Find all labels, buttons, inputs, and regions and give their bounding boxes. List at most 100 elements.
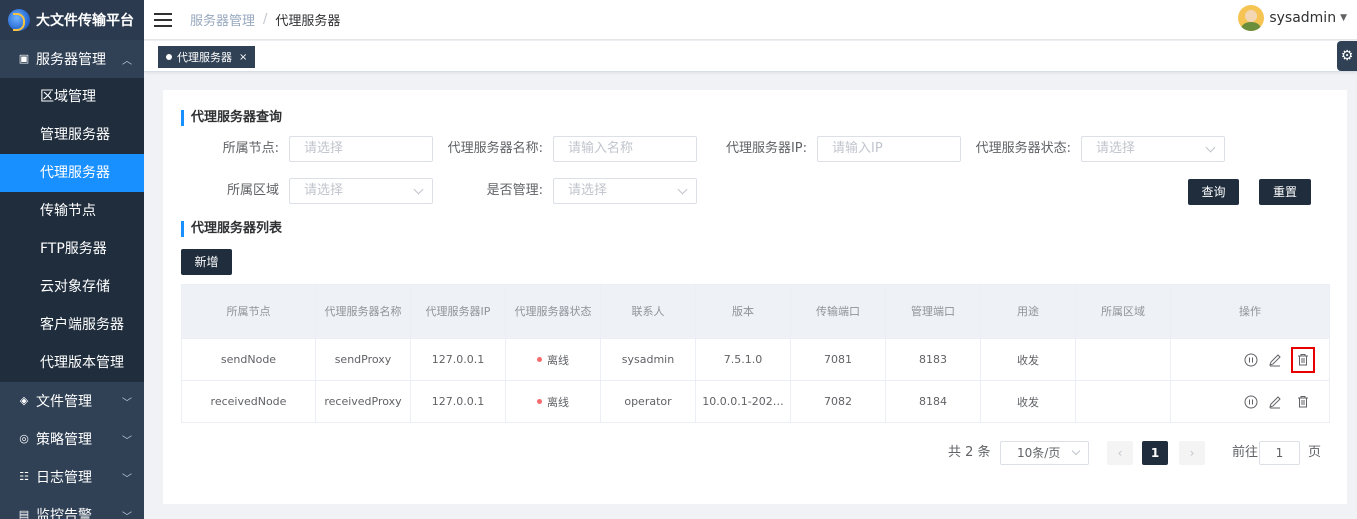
- sidebar-item-proxy-server[interactable]: 代理服务器: [0, 154, 144, 192]
- delete-button-highlighted[interactable]: [1291, 346, 1315, 373]
- sidebar-item-region[interactable]: 区域管理: [0, 78, 144, 116]
- chevron-down-icon: [677, 184, 688, 195]
- column-header: 管理端口: [885, 284, 981, 339]
- cell-version: 7.5.1.0: [695, 338, 791, 381]
- node-placeholder: 请选择: [304, 141, 344, 156]
- node-select[interactable]: 请选择: [289, 136, 433, 162]
- log-icon: ☷: [19, 470, 29, 483]
- sidebar-item-transfer-node[interactable]: 传输节点: [0, 192, 144, 230]
- chevron-down-icon: [413, 184, 424, 195]
- menu-group-strategy-management[interactable]: ◎ 策略管理 ﹀: [0, 420, 144, 458]
- delete-button[interactable]: [1291, 389, 1315, 415]
- page-size-select[interactable]: 10条/页: [1000, 441, 1089, 465]
- status-text: 离线: [547, 353, 569, 367]
- tags-view: 代理服务器 × ⚙: [144, 41, 1357, 72]
- pause-icon[interactable]: [1243, 394, 1259, 410]
- menu-group-label: 策略管理: [36, 432, 92, 448]
- prev-page-button[interactable]: ‹: [1107, 441, 1133, 465]
- menu-group-monitor-alert[interactable]: ▤ 监控告警 ﹀: [0, 496, 144, 519]
- region-placeholder: 请选择: [304, 183, 344, 198]
- menu-group-file-management[interactable]: ◈ 文件管理 ﹀: [0, 382, 144, 420]
- chevron-down-icon: ﹀: [122, 397, 132, 409]
- ip-placeholder: 请输入IP: [832, 141, 883, 156]
- sidebar-item-proxy-version[interactable]: 代理版本管理: [0, 344, 144, 382]
- cell-region: [1075, 338, 1171, 381]
- column-header: 代理服务器状态: [505, 284, 601, 339]
- tag-label: 代理服务器: [177, 51, 232, 64]
- search-button[interactable]: 查询: [1188, 179, 1239, 205]
- avatar[interactable]: [1238, 5, 1265, 31]
- menu-group-log-management[interactable]: ☷ 日志管理 ﹀: [0, 458, 144, 496]
- username[interactable]: sysadmin: [1269, 10, 1336, 26]
- chevron-down-icon: [1205, 142, 1216, 153]
- sidebar-item-management-server[interactable]: 管理服务器: [0, 116, 144, 154]
- next-page-button[interactable]: ›: [1179, 441, 1205, 465]
- cell-usage: 收发: [980, 338, 1076, 381]
- list-section-title: 代理服务器列表: [181, 221, 282, 237]
- chevron-down-icon: ﹀: [122, 473, 132, 485]
- tag-proxy-server[interactable]: 代理服务器 ×: [158, 46, 256, 68]
- close-icon[interactable]: ×: [239, 52, 247, 63]
- add-button[interactable]: 新增: [181, 249, 232, 275]
- cell-node: receivedNode: [181, 380, 316, 423]
- cell-ip: 127.0.0.1: [410, 338, 506, 381]
- hamburger-menu-icon[interactable]: [154, 12, 172, 27]
- chevron-down-icon: ﹀: [122, 511, 132, 519]
- cell-usage: 收发: [980, 380, 1076, 423]
- pause-icon[interactable]: [1243, 352, 1259, 368]
- column-header: 所属节点: [181, 284, 316, 339]
- caret-down-icon[interactable]: ▼: [1340, 13, 1347, 23]
- column-header: 所属区域: [1075, 284, 1171, 339]
- breadcrumb-separator: /: [263, 12, 268, 27]
- region-select[interactable]: 请选择: [289, 178, 433, 204]
- breadcrumb-item[interactable]: 服务器管理: [190, 10, 255, 29]
- logo-icon: [8, 9, 30, 31]
- goto-label: 前往: [1232, 445, 1259, 460]
- top-header: 服务器管理 / 代理服务器 sysadmin ▼: [144, 0, 1357, 40]
- cell-name: receivedProxy: [315, 380, 411, 423]
- cell-contact: sysadmin: [600, 338, 696, 381]
- gear-icon[interactable]: ⚙: [1337, 41, 1357, 71]
- cell-contact: operator: [600, 380, 696, 423]
- sidebar-item-client-server[interactable]: 客户端服务器: [0, 306, 144, 344]
- page-suffix: 页: [1308, 445, 1322, 460]
- menu-group-label: 监控告警: [36, 508, 92, 519]
- cell-transfer-port: 7082: [790, 380, 886, 423]
- cell-status: 离线: [505, 380, 601, 423]
- name-input[interactable]: 请输入名称: [553, 136, 697, 162]
- table-row: receivedNode receivedProxy 127.0.0.1 离线 …: [181, 380, 1330, 423]
- ip-input[interactable]: 请输入IP: [817, 136, 961, 162]
- user-menu[interactable]: sysadmin ▼: [1238, 5, 1347, 31]
- menu-group-server-management[interactable]: ▣ 服务器管理 ︿: [0, 40, 144, 78]
- app-title: 大文件传输平台: [36, 13, 134, 29]
- cube-icon: ▣: [18, 52, 30, 65]
- managed-select[interactable]: 请选择: [553, 178, 697, 204]
- query-section-title: 代理服务器查询: [181, 110, 282, 126]
- goto-page-input[interactable]: 1: [1259, 441, 1300, 465]
- status-select[interactable]: 请选择: [1081, 136, 1225, 162]
- edit-icon[interactable]: [1267, 352, 1283, 368]
- chevron-down-icon: ﹀: [122, 435, 132, 447]
- app-logo: 大文件传输平台: [0, 0, 144, 40]
- pagination-total: 共 2 条: [948, 445, 991, 460]
- reset-button[interactable]: 重置: [1259, 179, 1311, 205]
- main-card: 代理服务器查询 所属节点: 请选择 代理服务器名称: 请输入名称 代理服务器IP…: [163, 90, 1347, 504]
- trash-icon: [1298, 354, 1308, 366]
- sidebar-item-cloud-storage[interactable]: 云对象存储: [0, 268, 144, 306]
- page-number-current[interactable]: 1: [1142, 441, 1168, 465]
- status-text: 离线: [547, 395, 569, 409]
- region-label: 所属区域: [226, 183, 279, 198]
- sidebar-item-ftp-server[interactable]: FTP服务器: [0, 230, 144, 268]
- status-label: 代理服务器状态:: [975, 141, 1071, 156]
- edit-icon[interactable]: [1267, 394, 1283, 410]
- chevron-down-icon: [1071, 446, 1081, 456]
- column-header: 用途: [980, 284, 1076, 339]
- cell-transfer-port: 7081: [790, 338, 886, 381]
- cell-actions: [1170, 338, 1330, 381]
- chevron-up-icon: ︿: [122, 55, 132, 67]
- menu-group-label: 文件管理: [36, 394, 92, 410]
- table-row: sendNode sendProxy 127.0.0.1 离线 sysadmin…: [181, 338, 1330, 381]
- ip-label: 代理服务器IP:: [725, 141, 807, 156]
- column-header: 版本: [695, 284, 791, 339]
- status-placeholder: 请选择: [1096, 141, 1136, 156]
